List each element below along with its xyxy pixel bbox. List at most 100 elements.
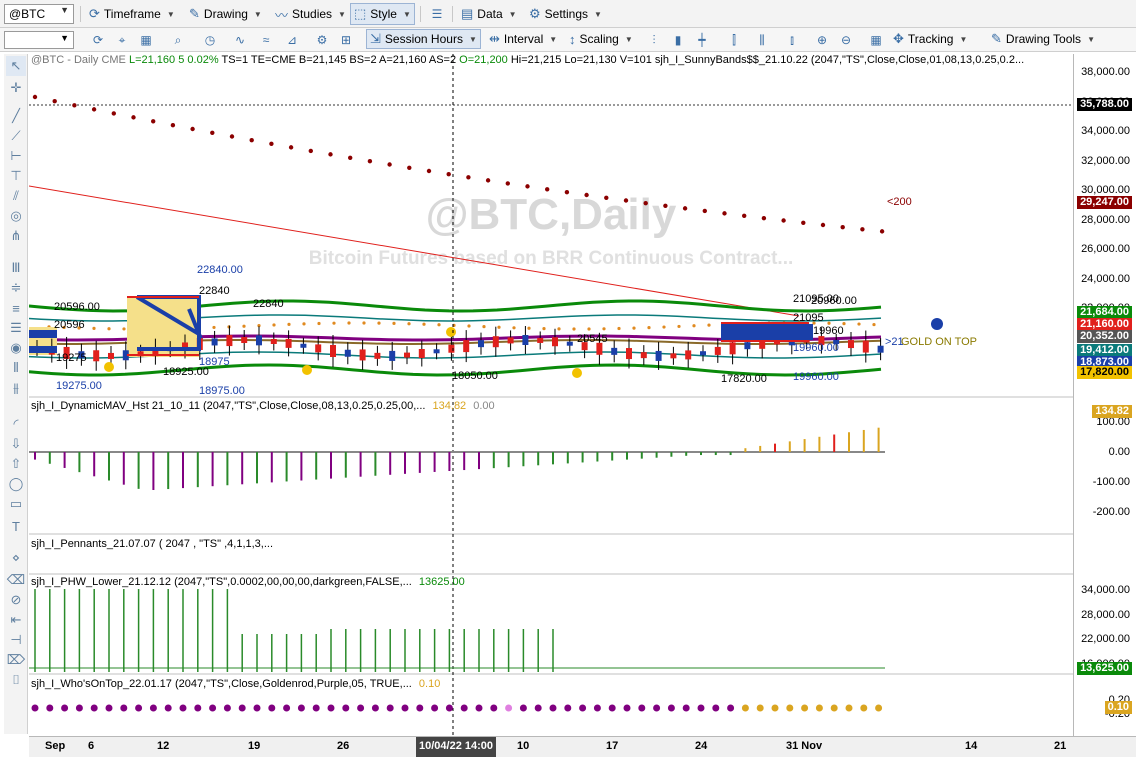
pennant-shape[interactable] [29,346,57,353]
sma-200-dot [190,126,195,132]
data-icon: ▤ [461,6,474,21]
price-chart-canvas[interactable]: @BTC,Daily Bitcoin Futures based on BRR … [29,54,1073,736]
candle-chart-icon[interactable]: ▮ [668,30,688,50]
price-tag: 29,247.00 [1077,196,1132,209]
low-marker [446,327,456,337]
chevron-down-icon: ▼ [468,34,477,44]
zoom-area-icon[interactable]: ⌕ [168,30,188,50]
andrews-icon[interactable]: ⫵ [6,378,26,398]
indicator-icon[interactable]: ∿ [230,30,250,50]
refresh-icon[interactable]: ⟳ [88,30,108,50]
price-axis[interactable]: 38,000.0036,000.0034,000.0032,000.0030,0… [1073,54,1136,736]
spacing-icon[interactable]: ⫾ [782,30,802,50]
drawing-menu[interactable]: ✎ Drawing ▼ [186,3,265,25]
chart-area[interactable]: @BTC,Daily Bitcoin Futures based on BRR … [29,54,1073,736]
sma-200-dot [249,137,254,143]
snap-icon[interactable]: ⊣ [6,630,26,650]
zoom-in-icon[interactable]: ⊕ [812,30,832,50]
gann-icon[interactable]: ≑ [6,278,26,298]
drawing-tools-button[interactable]: ✎ Drawing Tools ▼ [988,29,1098,49]
analysis-icon[interactable]: ⊿ [282,30,302,50]
pennant-shape[interactable] [721,324,813,340]
interval-input[interactable]: ▼ [4,31,74,49]
style-menu[interactable]: ⬚ Style ▼ [350,3,415,25]
studies-menu[interactable]: 〰 Studies ▼ [272,3,349,25]
tracking-button[interactable]: ✥ Tracking ▼ [890,29,970,49]
fib-icon[interactable]: Ⅲ [6,258,26,278]
time-tick: 31 Nov [786,740,823,752]
bar-chart-icon[interactable]: ⫶ [644,30,664,50]
ruler-icon[interactable]: ⌷ [6,670,26,690]
data-menu[interactable]: ▤ Data ▼ [458,3,520,25]
who-dot [756,704,764,712]
pennant-shape[interactable] [29,330,57,338]
phw-value: 13625.00 [418,576,465,588]
timeframe-menu[interactable]: ⟳ Timeframe ▼ [86,3,178,25]
candle-body [433,349,440,354]
retracement-icon[interactable]: ☰ [6,318,26,338]
ellipse-icon[interactable]: ◯ [6,474,26,494]
band-dot [557,327,561,331]
rectangle-icon[interactable]: ▭ [6,494,26,514]
circle-tool-icon[interactable]: ◎ [6,206,26,226]
who-dot [845,704,853,712]
wave-icon[interactable]: ≈ [256,30,276,50]
time-zone-icon[interactable]: ⫴ [6,358,26,378]
who-dot [179,704,187,712]
style-icon: ⬚ [354,6,367,21]
expand-icon[interactable]: ⫼ [752,30,772,50]
channel-icon[interactable]: ⫽ [6,186,26,206]
ray-icon[interactable]: ⟋ [6,126,26,146]
interval-button[interactable]: ⇹ Interval ▼ [486,29,560,49]
sma-200-dot [623,198,629,203]
format-icon[interactable]: ⊞ [336,30,356,50]
pencil-icon: ✎ [189,6,200,21]
price-tick: 30,000.00 [1081,184,1130,196]
zoom-out-icon[interactable]: ⊖ [836,30,856,50]
cursor-icon[interactable]: ⌖ [112,30,132,50]
arrow-up-icon[interactable]: ⇧ [6,454,26,474]
crosshair-time-label: 10/04/22 14:00 [416,737,497,757]
delete-drawings-icon[interactable]: ⌦ [6,650,26,670]
horizontal-line-icon[interactable]: ⊢ [6,146,26,166]
vertical-line-icon[interactable]: ⊤ [6,166,26,186]
sma-200-dot [387,162,392,167]
speed-lines-icon[interactable]: ≡ [6,298,26,318]
band-dot [347,321,351,325]
grid-icon[interactable]: ▦ [136,30,156,50]
hide-drawings-icon[interactable]: ⊘ [6,590,26,610]
candle-body [552,337,558,347]
pitchfork-icon[interactable]: ⋔ [6,226,26,246]
candle-body [670,353,677,359]
eraser-icon[interactable]: ⌫ [6,570,26,590]
sma-200-dot [564,189,570,195]
phw-tick: 28,000.00 [1081,608,1130,621]
low-marker [572,368,582,378]
session-hours-button[interactable]: ⇲ Session Hours ▼ [366,29,481,49]
candle-body [492,336,499,348]
settings-menu[interactable]: ⚙ Settings ▼ [526,3,605,25]
time-axis[interactable]: Sep 6 12 19 26 10/04/22 14:00 10 17 24 3… [29,736,1136,757]
price-tick: 28,000.00 [1081,213,1130,226]
arc-icon[interactable]: ◜ [6,414,26,434]
candle-body [537,337,544,343]
ohlc-icon[interactable]: ┿ [692,30,712,50]
who-dot [667,704,675,712]
mav-study-name: sjh_I_DynamicMAV_Hst 21_10_11 (2047,"TS"… [31,400,426,412]
data-window-icon[interactable]: ▦ [866,30,886,50]
sma-200-dot [525,184,530,189]
compress-icon[interactable]: ⫿ [724,30,744,50]
settings-grid-icon[interactable]: ⚙ [312,30,332,50]
text-tool-icon[interactable]: T [6,516,26,536]
magnet-icon[interactable]: ⋄ [6,548,26,568]
timer-icon[interactable]: ◷ [200,30,220,50]
trendline-icon[interactable]: ╱ [6,106,26,126]
lock-drawings-icon[interactable]: ⇤ [6,610,26,630]
cycle-icon[interactable]: ◉ [6,338,26,358]
arrow-down-icon[interactable]: ⇩ [6,434,26,454]
crosshair-icon[interactable]: ✛ [6,78,26,98]
scaling-button[interactable]: ↕ Scaling ▼ [566,29,636,49]
layout-icon[interactable]: ☰ [427,4,447,24]
symbol-input[interactable]: @BTC ▼ [4,4,74,24]
pointer-icon[interactable]: ↖ [6,56,26,76]
